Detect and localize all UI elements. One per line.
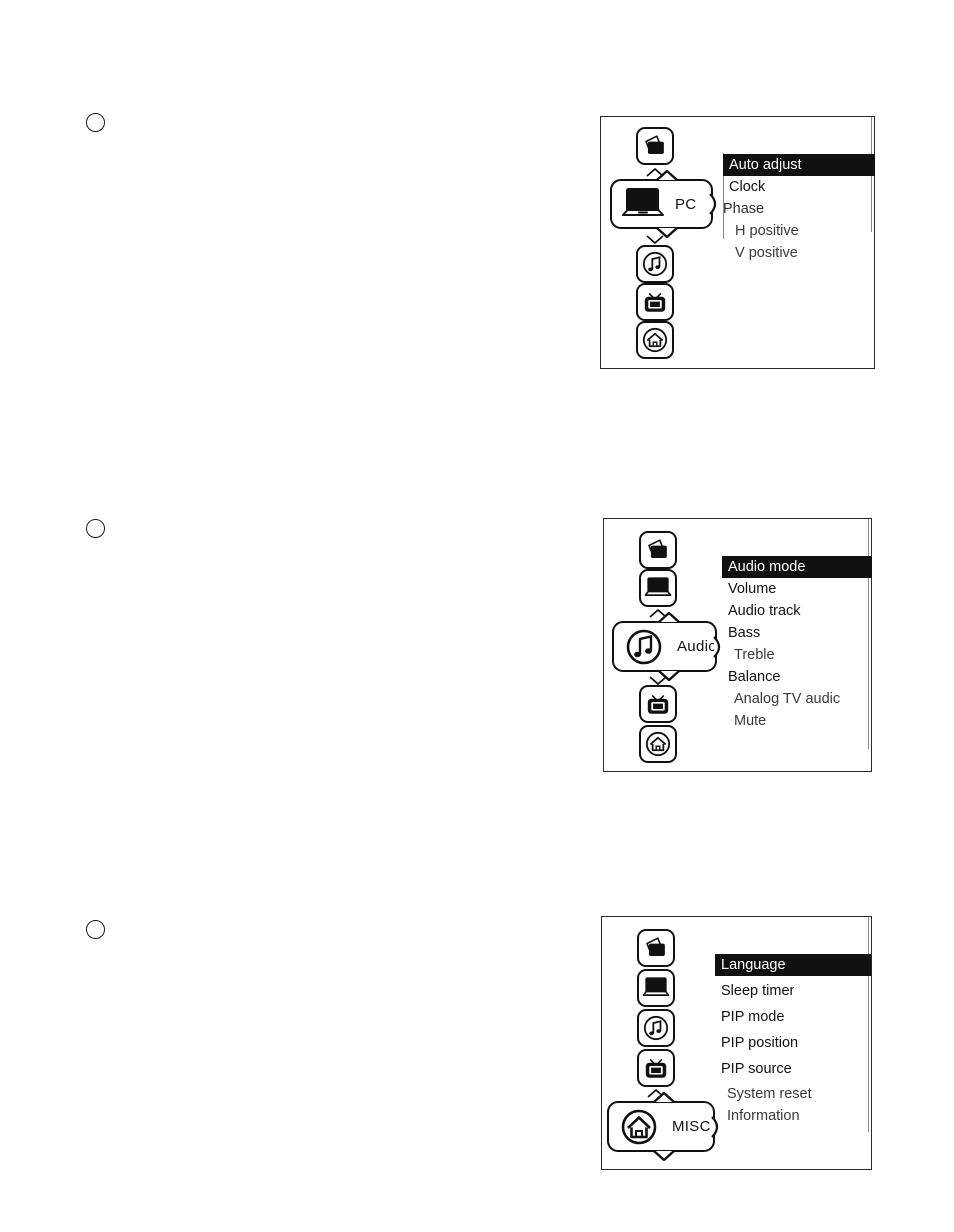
music-note-icon[interactable] [636, 245, 674, 283]
tv-icon[interactable] [637, 1049, 675, 1087]
step-bullet-3 [86, 920, 105, 939]
picture-icon[interactable] [637, 929, 675, 967]
menu-item[interactable]: Analog TV audic [722, 688, 874, 710]
category-expand-arrow [709, 193, 722, 215]
category-chevron-down [656, 227, 678, 238]
music-note-icon [623, 627, 667, 667]
osd-panel-misc-menu: MISC Language Sleep timer PIP mode PIP p… [601, 916, 872, 1170]
osd-panel-pc-menu: PC Auto adjust Clock Phase H positive V … [600, 116, 875, 369]
home-icon [618, 1107, 662, 1147]
menu-item[interactable]: Balance [722, 666, 874, 688]
category-label-misc: MISC [672, 1118, 711, 1135]
menu-item[interactable]: Information [715, 1105, 871, 1127]
category-label-pc: PC [675, 195, 697, 213]
menu-item[interactable]: PIP mode [715, 1006, 871, 1028]
tv-icon[interactable] [639, 685, 677, 723]
music-note-icon[interactable] [637, 1009, 675, 1047]
menu-item[interactable]: PIP position [715, 1032, 871, 1054]
menu-item[interactable]: H positive [723, 220, 875, 242]
menu-item[interactable]: Volume [722, 578, 874, 600]
laptop-icon[interactable] [637, 969, 675, 1007]
menu-item[interactable]: Treble [722, 644, 874, 666]
icon-rail [627, 117, 685, 368]
picture-icon[interactable] [636, 127, 674, 165]
step-bullet-2 [86, 519, 105, 538]
category-chevron-up [656, 170, 678, 181]
laptop-icon[interactable] [639, 569, 677, 607]
menu-item[interactable]: Bass [722, 622, 874, 644]
category-chevron-up [658, 612, 680, 623]
menu-list-misc: Language Sleep timer PIP mode PIP positi… [715, 954, 871, 1127]
category-chevron-up [653, 1092, 675, 1103]
category-box-misc[interactable]: MISC [607, 1092, 719, 1161]
picture-icon[interactable] [639, 531, 677, 569]
home-icon[interactable] [639, 725, 677, 763]
step-bullet-1 [86, 113, 105, 132]
menu-item[interactable]: Audio mode [722, 556, 872, 578]
laptop-icon [621, 184, 665, 224]
menu-list-pc: Auto adjust Clock Phase H positive V pos… [723, 154, 875, 264]
menu-item[interactable]: System reset [715, 1083, 871, 1105]
osd-panel-audio-menu: Audio Audio mode Volume Audio track Bass… [603, 518, 872, 772]
menu-item[interactable]: Language [715, 954, 871, 976]
category-chevron-down [658, 670, 680, 681]
menu-item[interactable]: Sleep timer [715, 980, 871, 1002]
tv-icon[interactable] [636, 283, 674, 321]
category-label-audio: Audio [677, 638, 717, 655]
home-icon[interactable] [636, 321, 674, 359]
menu-item[interactable]: Mute [722, 710, 874, 732]
menu-item[interactable]: Audio track [722, 600, 874, 622]
category-box-pc[interactable]: PC [610, 170, 717, 238]
menu-list-audio: Audio mode Volume Audio track Bass Trebl… [722, 556, 874, 732]
menu-item[interactable]: Phase [723, 198, 875, 220]
menu-item[interactable]: Auto adjust [723, 154, 875, 176]
menu-item[interactable]: Clock [723, 176, 875, 198]
category-chevron-down [653, 1150, 675, 1161]
menu-item[interactable]: V positive [723, 242, 875, 264]
menu-item[interactable]: PIP source [715, 1058, 871, 1080]
category-box-audio[interactable]: Audio [612, 612, 721, 681]
